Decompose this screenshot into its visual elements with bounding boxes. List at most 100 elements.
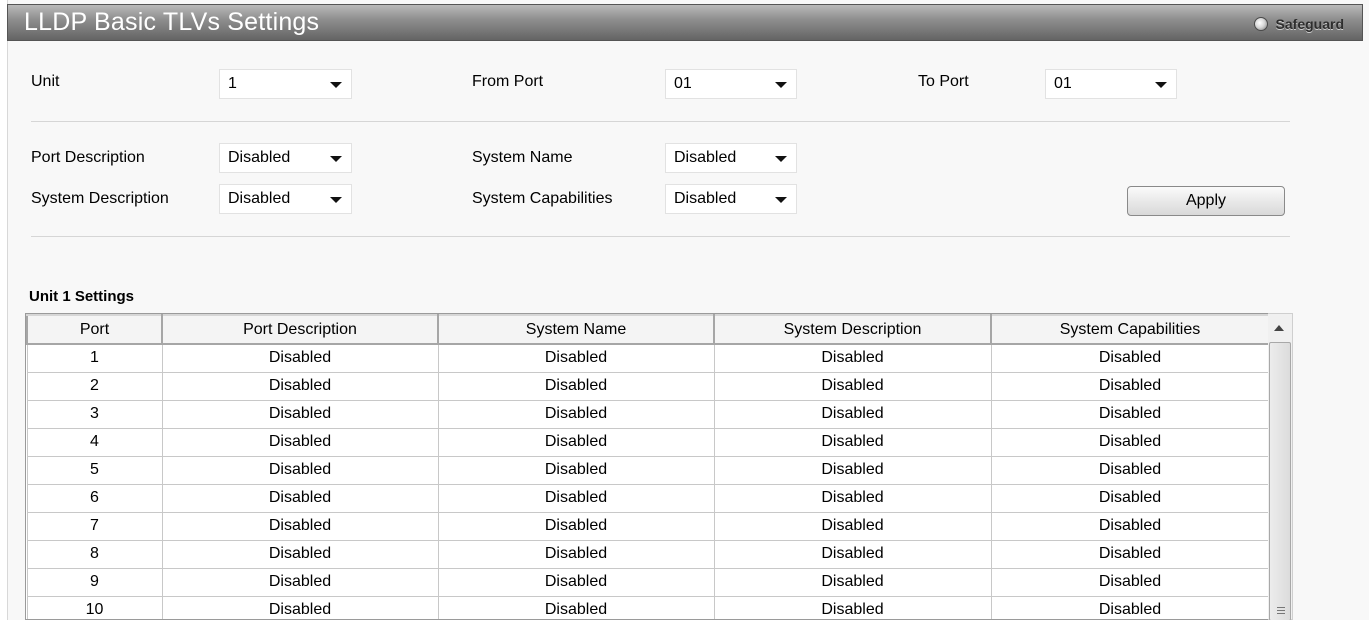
cell-port: 6 bbox=[26, 484, 163, 513]
cell-system-description: Disabled bbox=[713, 512, 992, 541]
to-port-value: 01 bbox=[1054, 75, 1072, 92]
safeguard-label: Safeguard bbox=[1275, 16, 1344, 32]
system-name-label: System Name bbox=[472, 149, 573, 166]
cell-system-description: Disabled bbox=[713, 568, 992, 597]
cell-system-description: Disabled bbox=[713, 372, 992, 401]
title-bar: LLDP Basic TLVs Settings Safeguard bbox=[7, 4, 1363, 41]
column-header-port-description: Port Description bbox=[161, 314, 439, 345]
cell-port-description: Disabled bbox=[161, 372, 439, 401]
cell-system-description: Disabled bbox=[713, 596, 992, 619]
cell-system-capabilities: Disabled bbox=[990, 428, 1268, 457]
cell-port: 9 bbox=[26, 568, 163, 597]
cell-system-capabilities: Disabled bbox=[990, 372, 1268, 401]
cell-system-capabilities: Disabled bbox=[990, 400, 1268, 429]
cell-port-description: Disabled bbox=[161, 484, 439, 513]
cell-system-name: Disabled bbox=[437, 512, 715, 541]
cell-system-name: Disabled bbox=[437, 400, 715, 429]
cell-system-capabilities: Disabled bbox=[990, 512, 1268, 541]
port-description-value: Disabled bbox=[228, 149, 291, 166]
chevron-down-icon bbox=[330, 82, 342, 88]
to-port-select[interactable]: 01 bbox=[1045, 69, 1177, 99]
divider bbox=[31, 236, 1290, 237]
unit-select[interactable]: 1 bbox=[219, 69, 352, 99]
system-description-label: System Description bbox=[31, 190, 169, 207]
chevron-down-icon bbox=[775, 156, 787, 162]
system-name-select[interactable]: Disabled bbox=[665, 143, 797, 173]
apply-button[interactable]: Apply bbox=[1127, 186, 1285, 216]
table-row: 7 Disabled Disabled Disabled Disabled bbox=[26, 512, 1268, 541]
cell-port-description: Disabled bbox=[161, 400, 439, 429]
table-row: 1 Disabled Disabled Disabled Disabled bbox=[26, 344, 1268, 373]
port-description-select[interactable]: Disabled bbox=[219, 143, 352, 173]
from-port-value: 01 bbox=[674, 75, 692, 92]
cell-port: 7 bbox=[26, 512, 163, 541]
cell-port: 3 bbox=[26, 400, 163, 429]
chevron-down-icon bbox=[1155, 82, 1167, 88]
cell-port-description: Disabled bbox=[161, 568, 439, 597]
cell-system-name: Disabled bbox=[437, 428, 715, 457]
table-row: 8 Disabled Disabled Disabled Disabled bbox=[26, 540, 1268, 569]
unit-value: 1 bbox=[228, 75, 237, 92]
page-title: LLDP Basic TLVs Settings bbox=[24, 8, 320, 36]
chevron-down-icon bbox=[775, 82, 787, 88]
from-port-label: From Port bbox=[472, 73, 544, 90]
cell-system-description: Disabled bbox=[713, 540, 992, 569]
cell-system-name: Disabled bbox=[437, 568, 715, 597]
cell-system-name: Disabled bbox=[437, 596, 715, 619]
table-row: 2 Disabled Disabled Disabled Disabled bbox=[26, 372, 1268, 401]
cell-system-capabilities: Disabled bbox=[990, 484, 1268, 513]
cell-port: 8 bbox=[26, 540, 163, 569]
cell-port-description: Disabled bbox=[161, 344, 439, 373]
cell-port-description: Disabled bbox=[161, 428, 439, 457]
settings-table-container: Port Port Description System Name System… bbox=[25, 313, 1269, 620]
chevron-down-icon bbox=[330, 197, 342, 203]
table-row: 9 Disabled Disabled Disabled Disabled bbox=[26, 568, 1268, 597]
column-header-system-capabilities: System Capabilities bbox=[990, 314, 1268, 345]
cell-port-description: Disabled bbox=[161, 596, 439, 619]
cell-port: 1 bbox=[26, 344, 163, 373]
table-row: 5 Disabled Disabled Disabled Disabled bbox=[26, 456, 1268, 485]
cell-port: 10 bbox=[26, 596, 163, 619]
table-scrollbar[interactable] bbox=[1268, 313, 1293, 620]
scrollbar-grip bbox=[1277, 610, 1285, 611]
divider bbox=[31, 121, 1290, 122]
cell-port: 2 bbox=[26, 372, 163, 401]
port-description-label: Port Description bbox=[31, 149, 145, 166]
scroll-up-arrow-icon[interactable] bbox=[1274, 325, 1284, 331]
cell-system-capabilities: Disabled bbox=[990, 456, 1268, 485]
cell-system-name: Disabled bbox=[437, 484, 715, 513]
cell-system-name: Disabled bbox=[437, 372, 715, 401]
scrollbar-thumb[interactable] bbox=[1269, 342, 1291, 620]
scrollbar-grip bbox=[1277, 613, 1285, 614]
safeguard-indicator[interactable]: Safeguard bbox=[1253, 15, 1344, 33]
cell-system-description: Disabled bbox=[713, 400, 992, 429]
scrollbar-grip bbox=[1277, 607, 1285, 608]
cell-system-description: Disabled bbox=[713, 484, 992, 513]
unit-label: Unit bbox=[31, 73, 60, 90]
table-row: 6 Disabled Disabled Disabled Disabled bbox=[26, 484, 1268, 513]
cell-system-capabilities: Disabled bbox=[990, 540, 1268, 569]
cell-system-name: Disabled bbox=[437, 456, 715, 485]
chevron-down-icon bbox=[330, 156, 342, 162]
table-row: 4 Disabled Disabled Disabled Disabled bbox=[26, 428, 1268, 457]
cell-port: 5 bbox=[26, 456, 163, 485]
cell-port-description: Disabled bbox=[161, 512, 439, 541]
to-port-label: To Port bbox=[918, 73, 969, 90]
from-port-select[interactable]: 01 bbox=[665, 69, 797, 99]
settings-table: Port Port Description System Name System… bbox=[26, 314, 1268, 619]
table-row: 3 Disabled Disabled Disabled Disabled bbox=[26, 400, 1268, 429]
cell-port: 4 bbox=[26, 428, 163, 457]
system-description-value: Disabled bbox=[228, 190, 291, 207]
column-header-port: Port bbox=[26, 314, 163, 345]
cell-system-capabilities: Disabled bbox=[990, 596, 1268, 619]
table-row: 10 Disabled Disabled Disabled Disabled bbox=[26, 596, 1268, 619]
cell-system-capabilities: Disabled bbox=[990, 344, 1268, 373]
column-header-system-description: System Description bbox=[713, 314, 992, 345]
system-capabilities-select[interactable]: Disabled bbox=[665, 184, 797, 214]
system-name-value: Disabled bbox=[674, 149, 737, 166]
system-capabilities-label: System Capabilities bbox=[472, 190, 613, 207]
table-header-row: Port Port Description System Name System… bbox=[26, 314, 1268, 345]
cell-system-name: Disabled bbox=[437, 344, 715, 373]
system-description-select[interactable]: Disabled bbox=[219, 184, 352, 214]
column-header-system-name: System Name bbox=[437, 314, 715, 345]
